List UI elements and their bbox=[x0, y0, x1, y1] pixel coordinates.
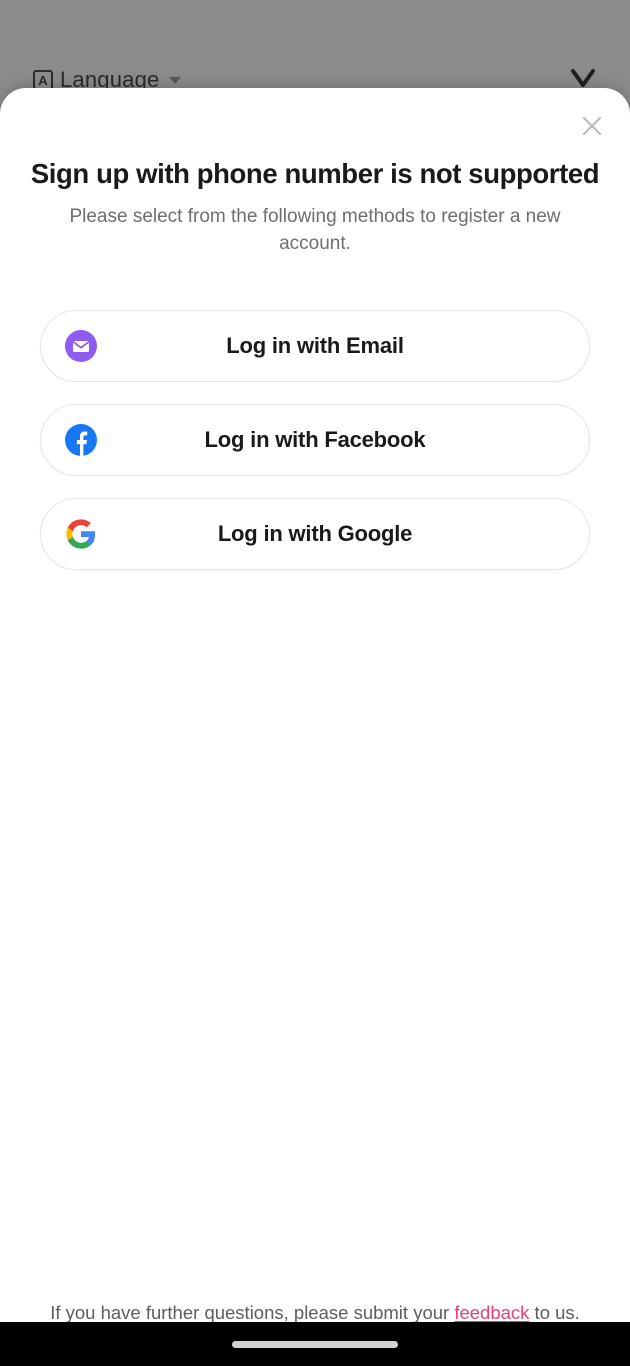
close-icon bbox=[583, 117, 601, 135]
modal-subtitle: Please select from the following methods… bbox=[69, 205, 561, 254]
login-with-email-label: Log in with Email bbox=[226, 332, 404, 358]
google-icon bbox=[63, 516, 99, 552]
home-indicator[interactable] bbox=[232, 1340, 398, 1348]
login-with-google-label: Log in with Google bbox=[217, 520, 413, 546]
footer-text-before: If you have further questions, please su… bbox=[50, 1302, 455, 1324]
page-title: Sign up with phone number is not support… bbox=[30, 158, 600, 189]
language-a-icon: A bbox=[33, 70, 53, 90]
login-with-email-button[interactable]: Log in with Email bbox=[40, 309, 590, 382]
login-with-facebook-button[interactable]: Log in with Facebook bbox=[40, 403, 590, 476]
system-navigation-bar bbox=[0, 1322, 630, 1366]
phone-screen: A Language Sign up with phone number is … bbox=[0, 0, 630, 1366]
login-with-google-button[interactable]: Log in with Google bbox=[40, 497, 590, 570]
background-top-bar: A Language bbox=[0, 0, 630, 100]
login-provider-list: Log in with Email Log in with Facebook L… bbox=[0, 309, 630, 570]
login-with-facebook-label: Log in with Facebook bbox=[204, 426, 426, 452]
modal-close-button[interactable] bbox=[572, 106, 612, 146]
footer-text-after: to us. bbox=[529, 1302, 580, 1324]
signup-method-modal: Sign up with phone number is not support… bbox=[0, 88, 630, 1366]
facebook-icon bbox=[63, 422, 99, 458]
chevron-down-icon bbox=[169, 76, 182, 84]
email-icon bbox=[63, 328, 99, 364]
feedback-link[interactable]: feedback bbox=[454, 1302, 529, 1323]
